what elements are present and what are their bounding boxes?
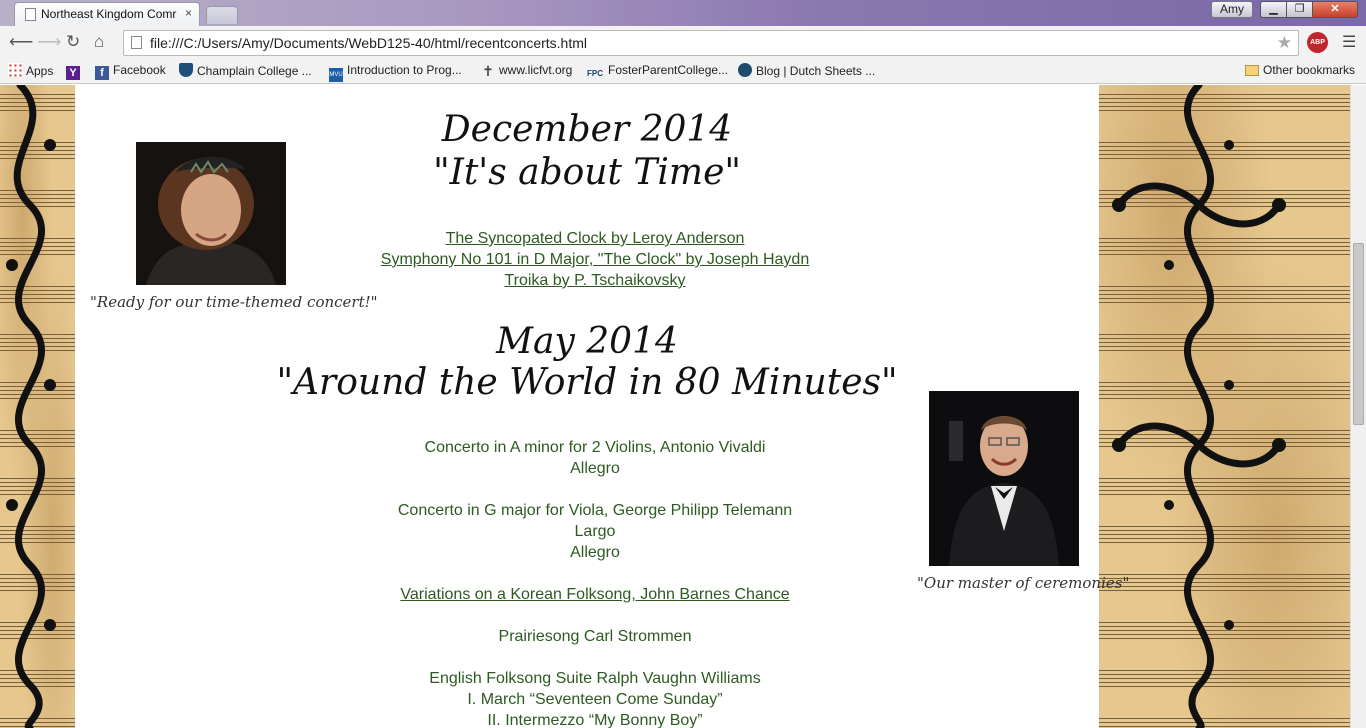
web-page: December 2014 "It's about Time" The Sync… bbox=[0, 85, 1366, 728]
page-icon bbox=[25, 8, 36, 21]
back-arrow-icon[interactable]: ⟵ bbox=[9, 32, 33, 52]
tab-title: Northeast Kingdom Comr bbox=[41, 7, 177, 21]
maximize-button[interactable]: ❐ bbox=[1286, 1, 1313, 18]
may-title: May 2014 bbox=[496, 321, 678, 362]
blog-icon bbox=[738, 63, 752, 77]
vertical-scrollbar[interactable] bbox=[1350, 85, 1366, 728]
bookmark-fosterparent[interactable]: FPC FosterParentCollege... bbox=[587, 63, 728, 81]
main-content: December 2014 "It's about Time" The Sync… bbox=[75, 85, 1129, 728]
adblock-plus-icon[interactable]: ABP bbox=[1307, 32, 1328, 53]
bookmark-star-icon[interactable]: ★ bbox=[1277, 33, 1292, 53]
bookmark-yahoo[interactable]: Y bbox=[66, 63, 84, 81]
address-bar[interactable]: file:///C:/Users/Amy/Documents/WebD125-4… bbox=[123, 30, 1299, 56]
folder-icon bbox=[1245, 65, 1259, 76]
bookmark-dutch-sheets[interactable]: Blog | Dutch Sheets ... bbox=[738, 63, 875, 81]
close-window-button[interactable]: ✕ bbox=[1312, 1, 1358, 18]
browser-tab[interactable]: Northeast Kingdom Comr × bbox=[14, 2, 200, 26]
apps-grid-icon bbox=[8, 63, 22, 77]
master-of-ceremonies-image bbox=[929, 391, 1079, 566]
swirl-ornament-right bbox=[1112, 85, 1286, 728]
reload-icon[interactable]: ↻ bbox=[66, 32, 80, 52]
yahoo-icon: Y bbox=[66, 66, 80, 80]
home-icon[interactable]: ⌂ bbox=[94, 32, 104, 52]
sheet-music-border-left bbox=[0, 85, 75, 728]
hamburger-menu-icon[interactable]: ☰ bbox=[1342, 32, 1356, 52]
bookmark-licfvt[interactable]: ✝ www.licfvt.org bbox=[481, 63, 572, 81]
caption-time-themed: "Ready for our time-themed concert!" bbox=[90, 293, 378, 311]
new-tab-button[interactable] bbox=[206, 6, 238, 24]
student-portrait-image bbox=[136, 142, 286, 285]
bookmark-intro-prog[interactable]: MVU Introduction to Prog... bbox=[329, 63, 462, 82]
sheet-music-border-right bbox=[1099, 85, 1350, 728]
bookmarks-bar: Apps Y f Facebook Champlain College ... M… bbox=[0, 59, 1366, 84]
minimize-button[interactable]: ▁ bbox=[1260, 1, 1287, 18]
piece-prairiesong: Prairiesong Carl Strommen bbox=[498, 628, 692, 645]
tab-close-icon[interactable]: × bbox=[185, 6, 192, 20]
bookmark-champlain[interactable]: Champlain College ... bbox=[179, 63, 312, 81]
caption-master-of-ceremonies: "Our master of ceremonies" bbox=[917, 574, 1130, 592]
page-icon bbox=[131, 36, 142, 49]
photo-student-hat bbox=[136, 142, 286, 285]
browser-toolbar: ⟵ ⟶ ↻ ⌂ file:///C:/Users/Amy/Documents/W… bbox=[0, 26, 1366, 59]
window-title-bar: Northeast Kingdom Comr × Amy ▁ ❐ ✕ bbox=[0, 0, 1366, 26]
profile-button[interactable]: Amy bbox=[1211, 1, 1253, 18]
facebook-icon: f bbox=[95, 66, 109, 80]
champlain-icon bbox=[179, 63, 193, 77]
bookmark-facebook[interactable]: f Facebook bbox=[95, 63, 166, 81]
swirl-ornament-left bbox=[6, 85, 56, 728]
url-text[interactable]: file:///C:/Users/Amy/Documents/WebD125-4… bbox=[150, 35, 587, 51]
movement-intermezzo: II. Intermezzo “My Bonny Boy” bbox=[487, 712, 703, 728]
other-bookmarks[interactable]: Other bookmarks bbox=[1245, 63, 1355, 81]
mvu-icon: MVU bbox=[329, 68, 343, 82]
bookmark-apps[interactable]: Apps bbox=[8, 63, 53, 81]
forward-arrow-icon[interactable]: ⟶ bbox=[37, 32, 61, 52]
scrollbar-thumb[interactable] bbox=[1353, 243, 1364, 425]
photo-master-of-ceremonies bbox=[929, 391, 1079, 566]
movement-march: I. March “Seventeen Come Sunday” bbox=[467, 691, 723, 708]
piece-english-folksong-suite: English Folksong Suite Ralph Vaughn Will… bbox=[429, 670, 761, 687]
fpc-icon: FPC bbox=[587, 69, 603, 78]
cross-icon: ✝ bbox=[482, 63, 494, 79]
